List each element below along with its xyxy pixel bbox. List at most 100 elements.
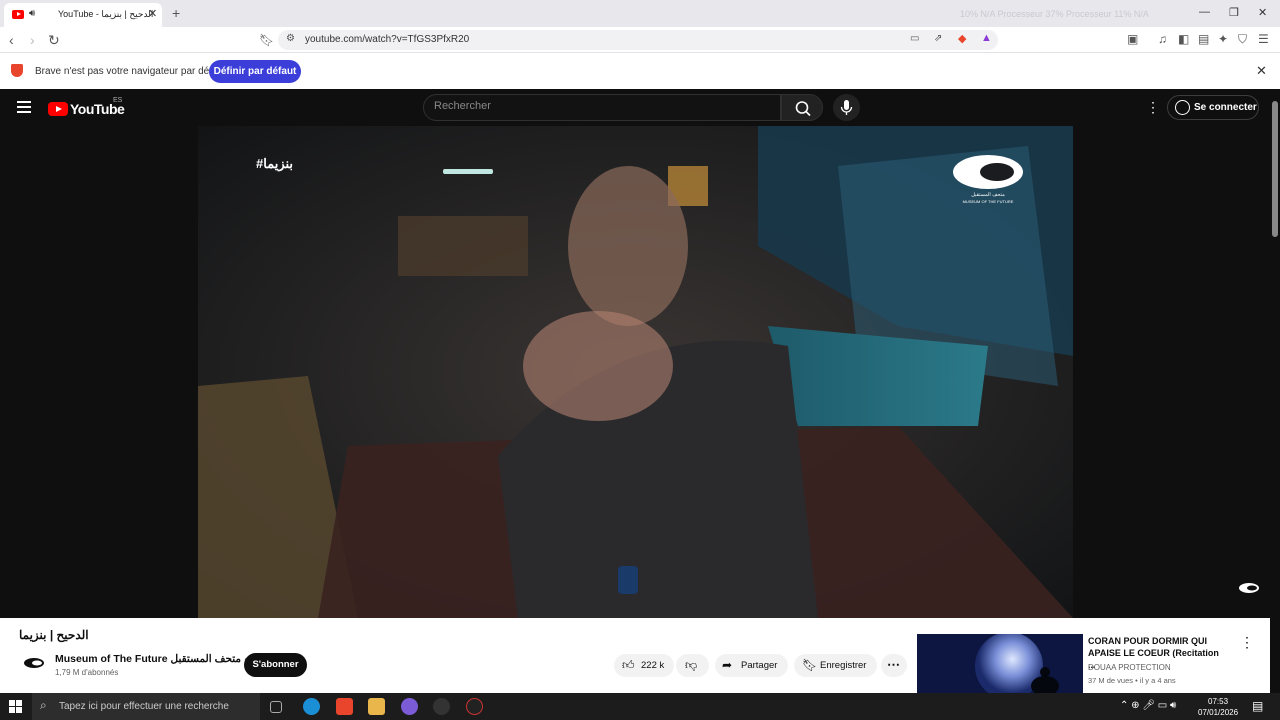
set-default-button[interactable]: Définir par défaut: [209, 60, 301, 83]
search-icon: [795, 101, 811, 117]
youtube-logo[interactable]: YouTube ES: [48, 97, 125, 118]
like-count: 222 k: [641, 660, 665, 671]
minimize-button[interactable]: —: [1199, 6, 1210, 18]
like-button[interactable]: 👍︎ 222 k: [614, 654, 674, 677]
edge-icon[interactable]: [303, 698, 320, 715]
notifications-icon[interactable]: ▤: [1252, 699, 1263, 713]
search-box[interactable]: [423, 94, 781, 121]
microphone-icon: [840, 100, 853, 115]
notice-message: Brave n'est pas votre navigateur par déf…: [35, 66, 226, 77]
save-label: Enregistrer: [820, 660, 867, 671]
sidebar-icon[interactable]: ▣: [1127, 32, 1138, 46]
video-info: الدحيح | بنزيما Museum of The Future متح…: [0, 618, 1270, 693]
restore-button[interactable]: ❐: [1229, 6, 1239, 19]
youtube-page: YouTube ES ⋮ Se connecter: [0, 89, 1280, 693]
bookmark-save-icon: 🔖︎: [802, 658, 818, 672]
close-notice-icon[interactable]: ✕: [1256, 63, 1267, 79]
bookmark-icon[interactable]: 🔖︎: [259, 33, 274, 47]
share-icon[interactable]: ⇗: [934, 33, 942, 44]
file-explorer-icon[interactable]: [368, 698, 385, 715]
site-info-icon[interactable]: ⚙︎: [286, 33, 295, 44]
url-text: youtube.com/watch?v=TfGS3PfxR20: [305, 34, 470, 45]
signin-label: Se connecter: [1194, 102, 1257, 113]
museum-logo-en: MUSEUM OF THE FUTURE: [962, 199, 1014, 204]
brave-taskbar-icon[interactable]: [336, 698, 353, 715]
dislike-button[interactable]: 👎︎: [676, 654, 709, 677]
video-player[interactable]: #بنزيما متحف المستقبل MUSEUM OF THE FUTU…: [198, 126, 1073, 618]
more-horizontal-icon: ⋯: [887, 657, 900, 672]
museum-logo: متحف المستقبل MUSEUM OF THE FUTURE: [953, 154, 1023, 204]
museum-logo-ar: متحف المستقبل: [971, 192, 1005, 198]
hamburger-menu-icon[interactable]: [17, 101, 31, 113]
account-icon: [1175, 100, 1190, 115]
wallet-icon[interactable]: ▤: [1198, 32, 1209, 46]
browser-tab[interactable]: 🔊︎ YouTube - الدحيح | بنزيما ✕: [4, 3, 162, 27]
url-field[interactable]: ⚙︎ youtube.com/watch?v=TfGS3PfxR20 ▭ ⇗ ◆…: [278, 30, 998, 50]
recommended-menu-icon[interactable]: ⋮: [1240, 634, 1254, 651]
taskbar-search[interactable]: ⌕ Tapez ici pour effectuer une recherche: [32, 693, 260, 720]
search-input[interactable]: [434, 100, 764, 112]
thumbnail-image: [917, 634, 1083, 693]
system-monitor-overlay: 10% N/A Processeur 37% Processeur 11% N/…: [960, 9, 1149, 19]
search-button[interactable]: [781, 94, 823, 121]
windows-start-icon[interactable]: [9, 700, 22, 713]
vpn-icon[interactable]: ⛉: [1238, 32, 1247, 47]
speaker-icon[interactable]: 🔊︎: [29, 8, 35, 19]
share-button[interactable]: ➦ Partager: [715, 654, 788, 677]
channel-avatar[interactable]: [23, 652, 45, 674]
save-button[interactable]: 🔖︎ Enregistrer: [794, 654, 877, 677]
thumbs-up-icon: 👍︎: [622, 658, 635, 672]
hashtag-overlay: #بنزيما: [256, 156, 294, 171]
brave-logo-icon: [11, 64, 23, 77]
address-bar-row: ‹ › ↻ 🔖︎ ⚙︎ youtube.com/watch?v=TfGS3Pfx…: [0, 27, 1280, 53]
close-window-button[interactable]: ✕: [1258, 6, 1267, 19]
signin-button[interactable]: Se connecter: [1167, 95, 1259, 120]
channel-name[interactable]: Museum of The Future متحف المستقبل ✔︎: [55, 653, 251, 665]
more-actions-button[interactable]: ⋯: [881, 654, 907, 677]
scrollbar-thumb[interactable]: [1272, 101, 1278, 237]
youtube-header: YouTube ES ⋮ Se connecter: [0, 89, 1270, 126]
task-view-icon[interactable]: [270, 701, 282, 713]
youtube-play-icon: [48, 101, 68, 116]
page-scrollbar[interactable]: [1270, 89, 1280, 693]
thumbs-down-icon: 👎︎: [685, 658, 698, 672]
forward-button[interactable]: ›: [30, 32, 35, 48]
reading-list-icon[interactable]: ◧: [1178, 32, 1189, 46]
cast-icon[interactable]: ▭: [910, 33, 919, 44]
clock-date: 07/01/2026: [1198, 708, 1239, 717]
subscribe-button[interactable]: S'abonner: [244, 653, 307, 677]
museum-of-future-logo-icon: [953, 155, 1023, 189]
app2-icon[interactable]: [433, 698, 450, 715]
brave-rewards-icon[interactable]: ▲: [981, 32, 992, 44]
voice-search-button[interactable]: [833, 94, 860, 121]
taskbar-search-placeholder: Tapez ici pour effectuer une recherche: [59, 701, 229, 712]
youtube-favicon-icon: [12, 10, 24, 19]
new-tab-button[interactable]: +: [172, 5, 180, 21]
share-label: Partager: [741, 660, 778, 671]
subscriber-count: 1,79 M d'abonnés: [55, 668, 119, 677]
tab-title: YouTube - الدحيح | بنزيما: [58, 9, 154, 19]
share-arrow-icon: ➦: [722, 658, 733, 672]
back-button[interactable]: ‹: [9, 32, 14, 48]
video-frame: [198, 126, 1073, 618]
channel-logo-icon: [24, 658, 44, 668]
reload-button[interactable]: ↻: [48, 32, 60, 49]
settings-kebab-icon[interactable]: ⋮: [1146, 99, 1160, 116]
default-browser-notice: Brave n'est pas votre navigateur par déf…: [0, 53, 1280, 89]
taskbar: ⌕ Tapez ici pour effectuer une recherche…: [0, 693, 1280, 720]
watermark-icon[interactable]: [1238, 582, 1260, 594]
leo-ai-icon[interactable]: ✦: [1218, 32, 1228, 46]
recommended-thumbnail[interactable]: [917, 634, 1083, 693]
tray-icons[interactable]: ⌃ ⊕ 🎤︎ ▭ 🔊︎: [1120, 700, 1176, 711]
app3-icon[interactable]: [466, 698, 483, 715]
channel-name-text: Museum of The Future متحف المستقبل: [55, 653, 242, 665]
video-title: الدحيح | بنزيما: [19, 628, 89, 642]
brave-shields-icon[interactable]: ◆: [958, 32, 966, 45]
app-icon[interactable]: [401, 698, 418, 715]
media-icon[interactable]: ♫: [1158, 32, 1167, 46]
menu-icon[interactable]: ☰: [1258, 32, 1269, 46]
country-code: ES: [113, 97, 123, 104]
close-tab-icon[interactable]: ✕: [148, 7, 157, 20]
recommended-channel[interactable]: DOUAA PROTECTION: [1088, 663, 1171, 672]
clock[interactable]: 07:53 07/01/2026: [1198, 696, 1238, 718]
